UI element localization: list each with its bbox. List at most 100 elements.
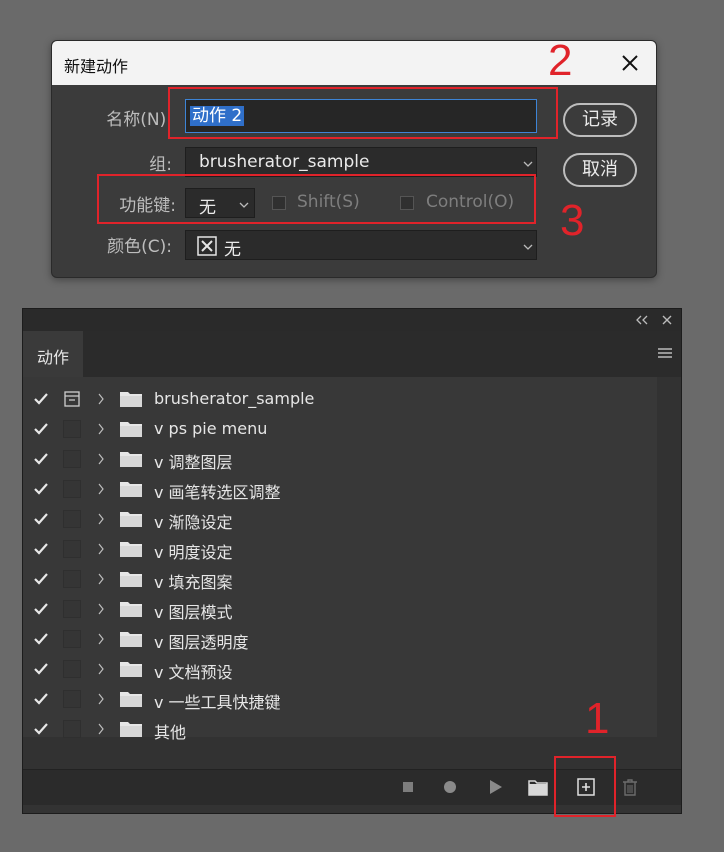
action-set-name: v 一些工具快捷键 — [154, 693, 281, 712]
play-icon[interactable] — [489, 779, 503, 795]
dialog-toggle-icon[interactable] — [63, 390, 81, 408]
dialog-toggle-box[interactable] — [63, 420, 81, 438]
action-set-name: v 渐隐设定 — [154, 513, 233, 532]
actions-list: brusherator_samplev ps pie menu v 调整图层 v 画… — [23, 377, 657, 742]
expand-caret-icon[interactable] — [97, 452, 105, 466]
checkmark-icon[interactable] — [33, 421, 49, 437]
expand-caret-icon[interactable] — [97, 392, 105, 406]
action-set-name: v 调整图层 — [154, 453, 233, 472]
action-set-row[interactable]: v 渐隐设定 — [23, 504, 657, 534]
group-value: brusherator_sample — [199, 152, 370, 172]
folder-icon — [120, 722, 142, 737]
dialog-toggle-box[interactable] — [63, 450, 81, 468]
annotation-number-1: 1 — [585, 694, 610, 743]
checkmark-icon[interactable] — [33, 451, 49, 467]
folder-icon — [120, 512, 142, 527]
action-set-name: v 填充图案 — [154, 573, 233, 592]
checkmark-icon[interactable] — [33, 601, 49, 617]
cancel-button[interactable]: 取消 — [563, 153, 637, 187]
folder-icon — [120, 392, 142, 407]
scrollbar[interactable] — [657, 377, 681, 737]
dialog-title: 新建动作 — [64, 57, 129, 76]
dialog-toggle-box[interactable] — [63, 480, 81, 498]
action-set-name: v 画笔转选区调整 — [154, 483, 281, 502]
folder-icon — [120, 692, 142, 707]
action-set-name: v ps pie menu — [154, 419, 268, 438]
checkmark-icon[interactable] — [33, 481, 49, 497]
record-icon[interactable] — [443, 780, 457, 794]
expand-caret-icon[interactable] — [97, 572, 105, 586]
panel-menu-icon[interactable] — [657, 346, 673, 360]
chevron-down-icon — [523, 161, 533, 167]
action-set-row[interactable]: v 调整图层 — [23, 444, 657, 474]
action-set-row[interactable]: v 画笔转选区调整 — [23, 474, 657, 504]
color-value: 无 — [224, 240, 241, 260]
action-set-name: v 文档预设 — [154, 663, 233, 682]
action-set-row[interactable]: v 填充图案 — [23, 564, 657, 594]
panel-header-strip — [23, 309, 681, 331]
color-label: 颜色(C): — [107, 237, 172, 257]
expand-caret-icon[interactable] — [97, 692, 105, 706]
action-set-row[interactable]: 其他 — [23, 714, 657, 744]
expand-caret-icon[interactable] — [97, 512, 105, 526]
annotation-box-new-action — [554, 756, 616, 817]
dialog-toggle-box[interactable] — [63, 690, 81, 708]
color-select[interactable]: 无 — [185, 230, 537, 260]
group-label: 组: — [149, 155, 172, 175]
delete-icon[interactable] — [622, 778, 638, 797]
stop-icon[interactable] — [402, 781, 414, 793]
expand-caret-icon[interactable] — [97, 422, 105, 436]
action-set-name: v 图层模式 — [154, 603, 233, 622]
expand-caret-icon[interactable] — [97, 722, 105, 736]
tab-actions[interactable]: 动作 — [23, 331, 83, 377]
name-label: 名称(N): — [106, 110, 172, 130]
action-set-row[interactable]: brusherator_sample — [23, 384, 657, 414]
action-set-row[interactable]: v 图层透明度 — [23, 624, 657, 654]
record-button[interactable]: 记录 — [563, 103, 637, 137]
group-select[interactable]: brusherator_sample — [185, 147, 537, 177]
dialog-toggle-box[interactable] — [63, 720, 81, 738]
dialog-toggle-box[interactable] — [63, 600, 81, 618]
expand-caret-icon[interactable] — [97, 542, 105, 556]
action-set-row[interactable]: v 一些工具快捷键 — [23, 684, 657, 714]
checkmark-icon[interactable] — [33, 571, 49, 587]
new-set-folder-icon[interactable] — [528, 779, 548, 796]
checkmark-icon[interactable] — [33, 541, 49, 557]
action-set-row[interactable]: v 文档预设 — [23, 654, 657, 684]
expand-caret-icon[interactable] — [97, 482, 105, 496]
action-set-name: v 明度设定 — [154, 543, 233, 562]
collapse-panel-icon[interactable] — [635, 314, 649, 326]
expand-caret-icon[interactable] — [97, 602, 105, 616]
dialog-toggle-box[interactable] — [63, 570, 81, 588]
checkmark-icon[interactable] — [33, 511, 49, 527]
expand-caret-icon[interactable] — [97, 632, 105, 646]
folder-icon — [120, 542, 142, 557]
folder-icon — [120, 572, 142, 587]
action-set-row[interactable]: v ps pie menu — [23, 414, 657, 444]
checkmark-icon[interactable] — [33, 661, 49, 677]
action-set-name: brusherator_sample — [154, 389, 315, 408]
annotation-box-name — [168, 87, 558, 139]
actions-panel: 动作 brusherator_samplev ps pie menu v 调整图层… — [22, 308, 682, 814]
checkmark-icon[interactable] — [33, 691, 49, 707]
close-icon[interactable] — [618, 51, 642, 75]
folder-icon — [120, 662, 142, 677]
panel-tab-bar: 动作 — [23, 331, 681, 378]
annotation-number-3: 3 — [560, 196, 585, 245]
no-color-swatch-icon — [197, 236, 217, 256]
dialog-toggle-box[interactable] — [63, 510, 81, 528]
folder-icon — [120, 632, 142, 647]
dialog-toggle-box[interactable] — [63, 630, 81, 648]
action-set-row[interactable]: v 明度设定 — [23, 534, 657, 564]
checkmark-icon[interactable] — [33, 391, 49, 407]
tab-actions-label: 动作 — [37, 348, 70, 367]
close-panel-icon[interactable] — [661, 314, 673, 326]
dialog-toggle-box[interactable] — [63, 540, 81, 558]
expand-caret-icon[interactable] — [97, 662, 105, 676]
dialog-toggle-box[interactable] — [63, 660, 81, 678]
checkmark-icon[interactable] — [33, 721, 49, 737]
action-set-row[interactable]: v 图层模式 — [23, 594, 657, 624]
folder-icon — [120, 422, 142, 437]
folder-icon — [120, 602, 142, 617]
checkmark-icon[interactable] — [33, 631, 49, 647]
